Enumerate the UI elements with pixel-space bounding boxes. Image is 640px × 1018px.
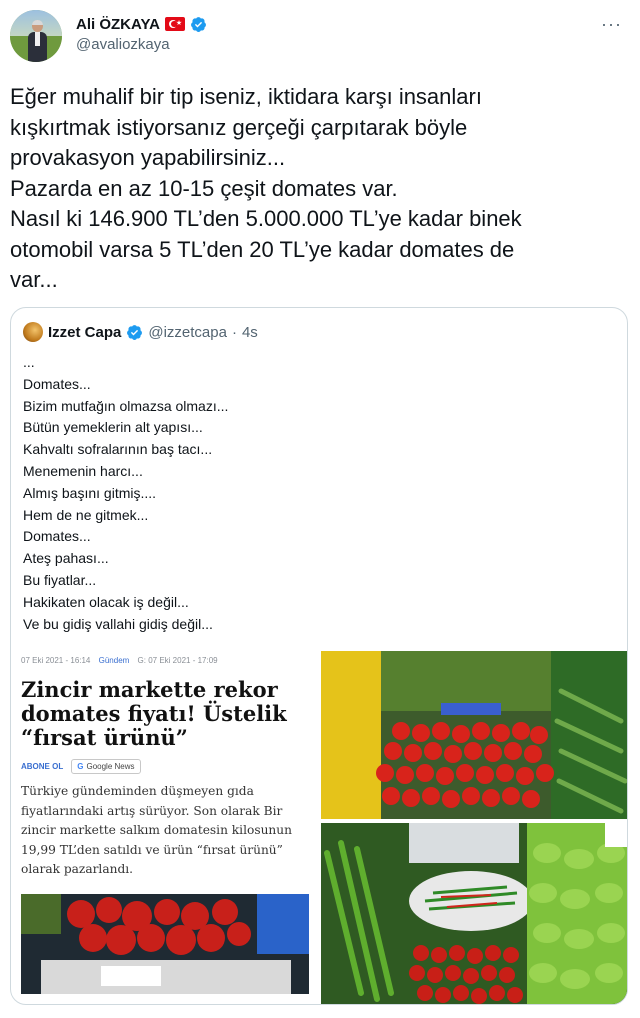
google-news-label: Google News (86, 762, 135, 771)
turkish-flag-icon: ★ (164, 17, 185, 31)
tweet-text: Eğer muhalif bir tip iseniz, iktidara ka… (10, 84, 522, 292)
google-news-icon: G (77, 762, 84, 771)
quote-author-avatar[interactable] (23, 322, 43, 342)
quote-tweet[interactable]: Izzet Capa @izzetcapa · 4s ... Domates..… (10, 307, 628, 1005)
avatar-hair (32, 20, 43, 25)
news-updated: G: 07 Eki 2021 - 17:09 (137, 656, 218, 665)
verified-badge-icon (190, 16, 206, 32)
author-avatar[interactable] (10, 10, 62, 62)
news-subscribe-row: ABONE OL G Google News (21, 759, 141, 774)
quote-author-handle[interactable]: @izzetcapa (148, 324, 227, 341)
more-options-icon[interactable]: ··· (601, 14, 622, 35)
quote-separator: · (231, 323, 237, 341)
news-meta: 07 Eki 2021 - 16:14 Gündem G: 07 Eki 202… (21, 656, 218, 665)
news-date: 07 Eki 2021 - 16:14 (21, 656, 91, 665)
news-screenshot-image[interactable]: 07 Eki 2021 - 16:14 Gündem G: 07 Eki 202… (21, 654, 309, 997)
google-news-badge: G Google News (71, 759, 141, 774)
market-peppers-photo[interactable] (321, 823, 627, 1004)
news-headline: Zincir markette rekor domates fiyatı! Üs… (21, 677, 287, 750)
tomato-crate-photo (21, 894, 309, 994)
verified-badge-icon (127, 324, 143, 340)
quote-time[interactable]: 4s (242, 324, 258, 341)
news-summary: Türkiye gündeminden düşmeyen gıda fiyatl… (21, 784, 292, 876)
avatar-person (28, 20, 47, 62)
quote-author-name[interactable]: Izzet Capa (48, 324, 121, 341)
author-name-row: Ali ÖZKAYA ★ (76, 14, 207, 34)
market-tomatoes-photo[interactable] (321, 651, 627, 819)
author-handle[interactable]: @avaliozkaya (76, 36, 170, 53)
quote-text: ... Domates... Bizim mutfağın olmazsa ol… (23, 354, 229, 632)
avatar-shirt (35, 32, 40, 46)
subscribe-label: ABONE OL (21, 762, 64, 771)
author-display-name[interactable]: Ali ÖZKAYA (76, 16, 160, 33)
news-category: Gündem (98, 656, 130, 665)
quote-header: Izzet Capa @izzetcapa · 4s (23, 322, 258, 342)
